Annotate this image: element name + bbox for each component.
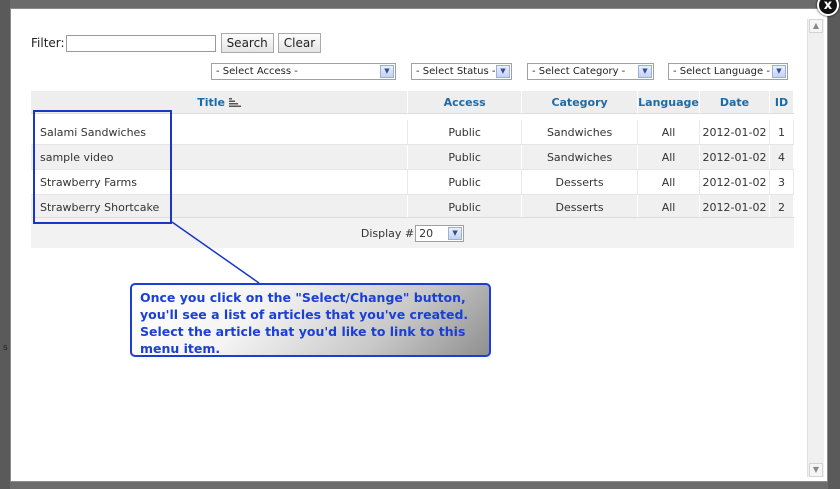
select-access-value: - Select Access - xyxy=(216,66,298,77)
article-title-link[interactable]: Strawberry Shortcake xyxy=(31,194,409,220)
column-header-date[interactable]: Date xyxy=(699,91,770,114)
scroll-down-icon[interactable]: ▼ xyxy=(809,463,823,477)
column-header-category[interactable]: Category xyxy=(521,91,639,114)
table-header-row: Title Access Category Language Date ID xyxy=(31,91,795,114)
chevron-down-icon: ▼ xyxy=(772,65,786,78)
pagination-bar: Display # 20 ▼ xyxy=(31,217,794,248)
cell-category: Sandwiches xyxy=(521,120,639,145)
cell-language: All xyxy=(637,120,701,145)
cell-category: Desserts xyxy=(521,194,639,220)
cell-id: 4 xyxy=(769,144,795,170)
cell-access: Public xyxy=(407,144,523,170)
cell-id: 3 xyxy=(769,169,795,195)
select-status-value: - Select Status - xyxy=(416,66,496,77)
cell-id: 1 xyxy=(769,120,795,145)
chevron-down-icon: ▼ xyxy=(380,65,394,78)
cell-date: 2012-01-02 xyxy=(699,169,770,195)
modal-scrollbar[interactable]: ▲ ▼ xyxy=(807,19,824,477)
cell-language: All xyxy=(637,144,701,170)
display-count-label: Display # xyxy=(360,226,415,240)
scroll-up-icon[interactable]: ▲ xyxy=(809,19,823,33)
chevron-down-icon: ▼ xyxy=(448,226,463,240)
table-row: sample video Public Sandwiches All 2012-… xyxy=(31,144,795,170)
article-title-link[interactable]: Strawberry Farms xyxy=(31,169,409,195)
cell-access: Public xyxy=(407,169,523,195)
cell-access: Public xyxy=(407,120,523,145)
cell-date: 2012-01-02 xyxy=(699,194,770,220)
select-status-dropdown[interactable]: - Select Status - ▼ xyxy=(411,63,512,80)
filter-bar: Filter: Search Clear xyxy=(31,33,325,53)
select-language-value: - Select Language - xyxy=(673,66,770,77)
chevron-down-icon: ▼ xyxy=(638,65,652,78)
cell-category: Desserts xyxy=(521,169,639,195)
select-access-dropdown[interactable]: - Select Access - ▼ xyxy=(211,63,396,80)
table-row: Strawberry Farms Public Desserts All 201… xyxy=(31,169,795,195)
articles-table: Title Access Category Language Date ID S… xyxy=(31,91,795,220)
column-header-language[interactable]: Language xyxy=(637,91,701,114)
display-count-select[interactable]: 20 ▼ xyxy=(415,224,465,242)
cell-date: 2012-01-02 xyxy=(699,120,770,145)
backdrop-text-fragment: s xyxy=(3,343,8,353)
cell-date: 2012-01-02 xyxy=(699,144,770,170)
cell-access: Public xyxy=(407,194,523,220)
cell-category: Sandwiches xyxy=(521,144,639,170)
sort-icon xyxy=(228,98,241,107)
column-header-access[interactable]: Access xyxy=(407,91,523,114)
cell-id: 2 xyxy=(769,194,795,220)
article-title-link[interactable]: sample video xyxy=(31,144,409,170)
chevron-down-icon: ▼ xyxy=(496,65,510,78)
display-count-value: 20 xyxy=(419,226,434,240)
filter-label: Filter: xyxy=(31,36,65,50)
column-header-title[interactable]: Title xyxy=(31,91,409,114)
cell-language: All xyxy=(637,169,701,195)
annotation-callout: Once you click on the "Select/Change" bu… xyxy=(130,283,491,357)
backdrop-right xyxy=(828,0,840,489)
cell-language: All xyxy=(637,194,701,220)
filter-input[interactable] xyxy=(65,34,216,52)
table-row: Strawberry Shortcake Public Desserts All… xyxy=(31,194,795,220)
search-button[interactable]: Search xyxy=(220,33,274,53)
select-category-value: - Select Category - xyxy=(532,66,626,77)
select-category-dropdown[interactable]: - Select Category - ▼ xyxy=(527,63,654,80)
select-language-dropdown[interactable]: - Select Language - ▼ xyxy=(668,63,788,80)
backdrop-left xyxy=(0,0,10,489)
table-row: Salami Sandwiches Public Sandwiches All … xyxy=(31,120,795,145)
article-title-link[interactable]: Salami Sandwiches xyxy=(31,120,409,145)
column-header-id[interactable]: ID xyxy=(769,91,795,114)
clear-button[interactable]: Clear xyxy=(277,33,322,53)
article-select-modal: Filter: Search Clear - Select Access - ▼… xyxy=(10,8,828,482)
